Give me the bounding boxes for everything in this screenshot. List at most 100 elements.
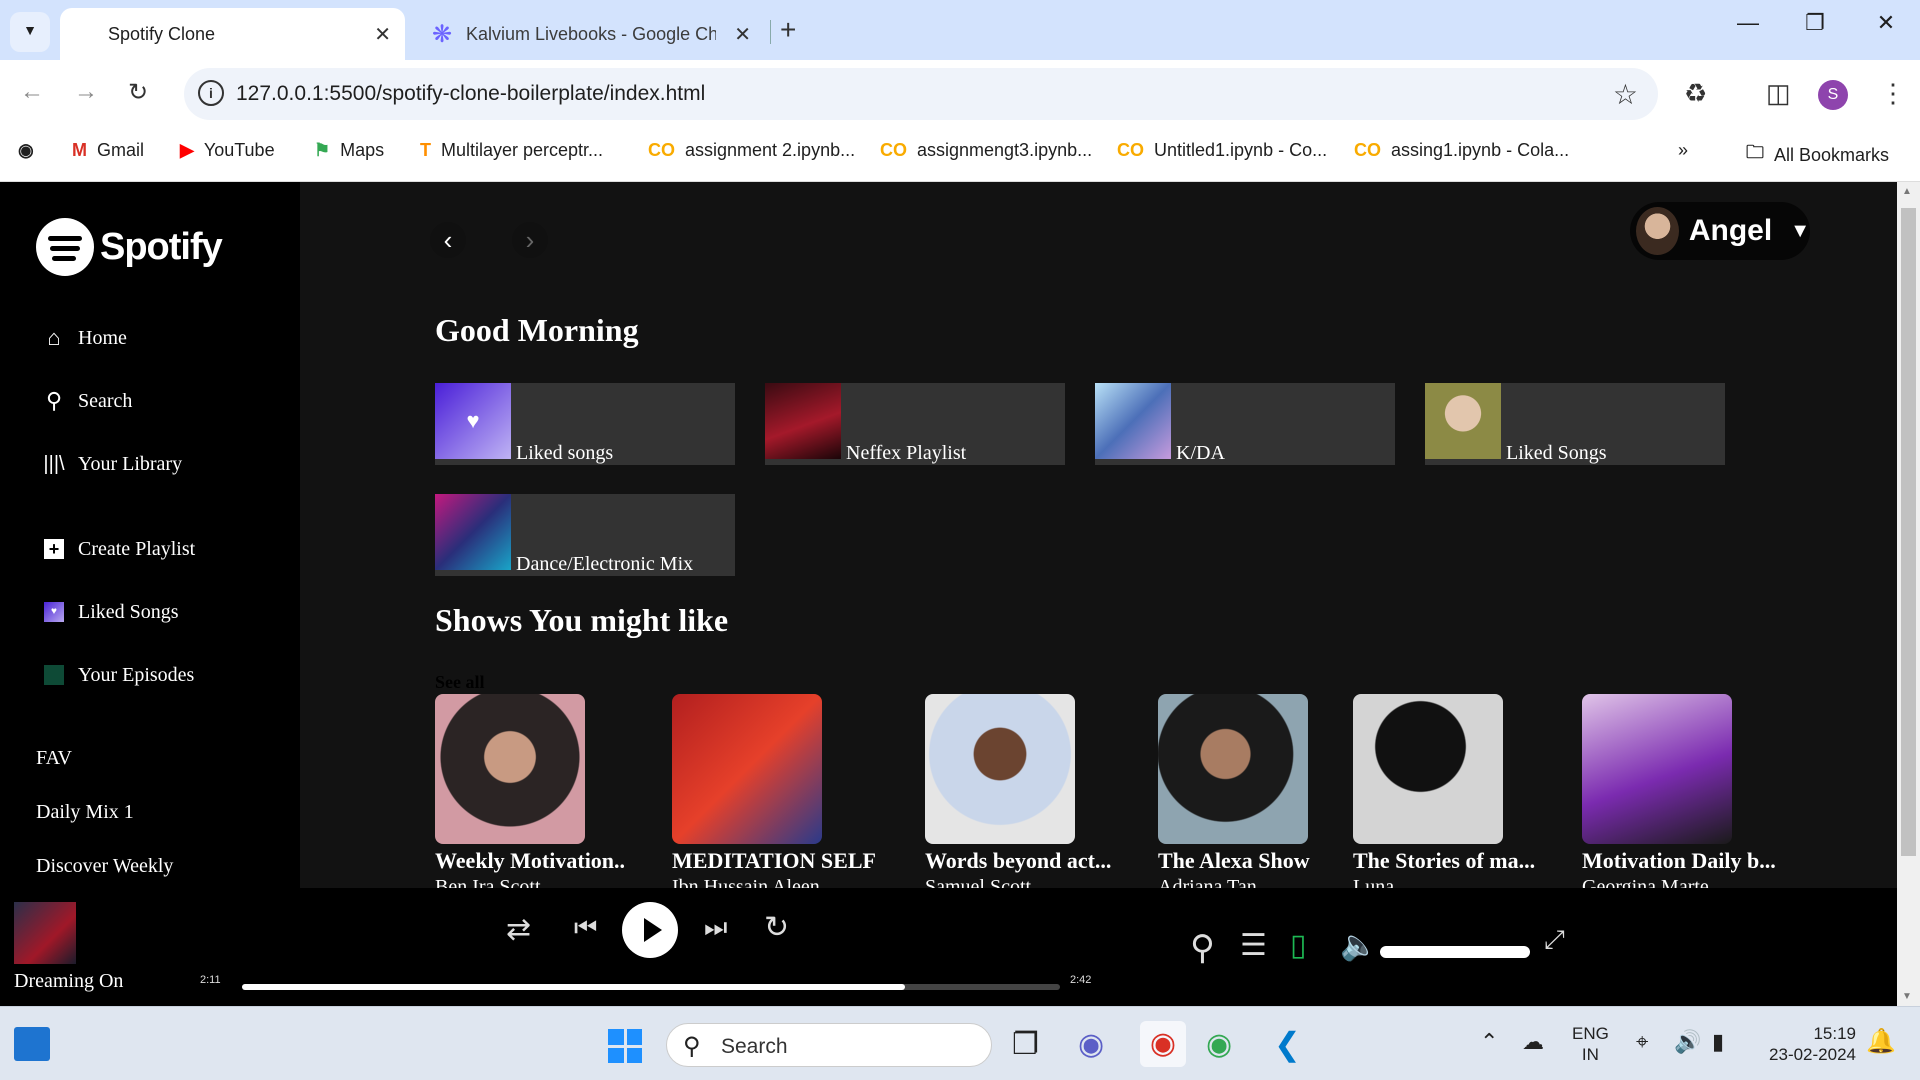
playlist-item[interactable]: Daily Mix 1 [36,801,134,824]
apps-icon[interactable]: ◉ [18,140,34,161]
notification-bell-icon[interactable]: 🔔 [1866,1027,1896,1056]
tab-close-icon[interactable]: ✕ [374,22,391,47]
reload-button[interactable]: ↻ [128,78,148,107]
fullscreen-icon[interactable]: ⤢ [1544,924,1565,956]
new-tab-button[interactable]: + [780,14,796,46]
tray-chevron-up-icon[interactable]: ⌃ [1480,1029,1498,1055]
bookmark-gmail[interactable]: M Gmail [72,140,144,161]
show-card[interactable]: Words beyond act... Samuel Scott [925,694,1150,888]
bookmark-youtube[interactable]: ▶ YouTube [180,140,275,161]
tab-kalvium-livebooks[interactable]: ❋ Kalvium Livebooks - Google Ch ✕ [420,8,765,60]
quick-pick-card[interactable]: K/DA [1095,383,1395,465]
minimize-button[interactable]: — [1728,10,1768,36]
close-window-button[interactable]: ✕ [1866,10,1906,36]
restore-button[interactable]: ❐ [1795,10,1835,36]
profile-avatar[interactable]: S [1818,80,1848,110]
show-card[interactable]: The Stories of ma... Luna [1353,694,1578,888]
show-card[interactable]: Weekly Motivation.. Ben Ira Scott [435,694,660,888]
more-bookmarks-icon[interactable]: » [1678,140,1688,161]
shuffle-icon[interactable]: ⇄ [506,912,531,947]
show-card[interactable]: The Alexa Show Adriana Tan [1158,694,1383,888]
nav-label: Create Playlist [78,537,196,560]
onedrive-icon[interactable]: ☁ [1522,1029,1544,1055]
show-author: Luna [1353,876,1395,888]
start-button[interactable] [608,1029,642,1063]
show-image [1158,694,1308,844]
forward-button[interactable]: → [74,78,98,106]
search-icon: ⚲ [45,388,63,413]
progress-bar[interactable] [242,984,1060,990]
bookmark-label: Untitled1.ipynb - Co... [1154,140,1328,160]
widgets-icon[interactable] [14,1027,50,1061]
speaker-icon[interactable]: 🔊 [1674,1029,1701,1055]
wifi-icon[interactable]: ⌖ [1636,1029,1648,1055]
quick-pick-card[interactable]: Neffex Playlist [765,383,1065,465]
back-arrow-button[interactable]: ‹ [430,222,466,258]
back-button[interactable]: ← [20,78,44,106]
scrollbar-thumb[interactable] [1901,208,1916,856]
your-episodes[interactable]: Your Episodes [42,663,194,687]
bookmark-maps[interactable]: ⚑ Maps [314,140,384,161]
bookmark-untitled1[interactable]: CO Untitled1.ipynb - Co... [1117,140,1327,161]
play-button[interactable] [622,902,678,958]
nav-search[interactable]: ⚲ Search [42,388,132,413]
chrome-icon[interactable]: ◉ [1140,1021,1186,1067]
nav-home[interactable]: ⌂ Home [42,325,127,350]
quick-pick-card[interactable]: ♥ Liked songs [435,383,735,465]
bookmark-star-icon[interactable]: ☆ [1613,78,1638,112]
tab-close-icon[interactable]: ✕ [734,22,751,47]
see-all-link[interactable]: See all [435,672,485,693]
scroll-up-icon[interactable]: ▲ [1902,186,1912,197]
battery-icon[interactable]: ▮ [1712,1029,1724,1055]
language-indicator[interactable]: ENG IN [1572,1023,1609,1065]
address-bar[interactable]: i 127.0.0.1:5500/spotify-clone-boilerpla… [184,68,1658,120]
bookmark-assignmengt3[interactable]: CO assignmengt3.ipynb... [880,140,1092,161]
page-scrollbar[interactable]: ▲ ▼ [1897,182,1920,1006]
liked-songs[interactable]: ♥ Liked Songs [42,600,179,624]
queue-icon[interactable]: ☰ [1240,928,1267,963]
user-menu[interactable]: Angel ▼ [1630,202,1810,260]
browser-menu-icon[interactable]: ⋮ [1880,78,1906,109]
repeat-icon[interactable]: ↻ [764,910,789,945]
bookmark-multilayer[interactable]: T Multilayer perceptr... [420,140,603,161]
side-panel-icon[interactable]: ◫ [1766,78,1791,109]
bookmarks-bar: ◉ M Gmail ▶ YouTube ⚑ Maps T Multilayer perc… [0,126,1920,182]
show-card[interactable]: Motivation Daily b... Georgina Marte [1582,694,1807,888]
chrome-icon[interactable]: ◉ [1206,1027,1232,1062]
spotify-logo-icon [36,218,94,276]
microphone-icon[interactable]: ⚲ [1190,928,1215,968]
next-icon[interactable]: ⏭ [704,912,727,944]
bookmark-assing1[interactable]: CO assing1.ipynb - Cola... [1354,140,1569,161]
show-author: Ben Ira Scott [435,876,541,888]
taskbar-search[interactable]: ⚲ Search [666,1023,992,1067]
url-text[interactable]: 127.0.0.1:5500/spotify-clone-boilerplate… [236,82,705,106]
show-title: The Alexa Show [1158,848,1310,873]
vscode-icon[interactable]: ❮ [1274,1025,1301,1063]
episodes-icon [42,663,66,687]
previous-icon[interactable]: ⏮ [574,912,597,944]
all-bookmarks[interactable]: 🗀 All Bookmarks [1746,140,1889,170]
volume-slider[interactable] [1380,946,1530,958]
playlist-item[interactable]: Discover Weekly [36,855,173,878]
volume-icon[interactable]: 🔈 [1340,928,1377,963]
quick-pick-card[interactable]: Liked Songs [1425,383,1725,465]
tab-spotify-clone[interactable]: Spotify Clone ✕ [60,8,405,60]
quick-pick-card[interactable]: Dance/Electronic Mix [435,494,735,576]
extensions-icon[interactable]: ♻ [1684,78,1707,109]
nav-library[interactable]: |||\ Your Library [42,452,182,476]
create-playlist[interactable]: + Create Playlist [42,537,195,561]
tab-search-button[interactable]: ▼ [10,12,50,52]
task-view-icon[interactable]: ❐ [1012,1027,1039,1062]
clock[interactable]: 15:19 23-02-2024 [1760,1023,1856,1065]
teams-icon[interactable]: ◉ [1078,1027,1104,1062]
youtube-icon: ▶ [180,140,194,160]
scroll-down-icon[interactable]: ▼ [1902,991,1912,1002]
forward-arrow-button[interactable]: › [512,222,548,258]
bookmark-assignment2[interactable]: CO assignment 2.ipynb... [648,140,855,161]
device-icon[interactable]: ▯ [1290,928,1307,963]
spotify-logo[interactable]: Spotify [36,218,223,276]
show-card[interactable]: MEDITATION SELF Ibn Hussain Aleen [672,694,897,888]
site-info-icon[interactable]: i [198,80,224,106]
bookmark-label: assignmengt3.ipynb... [917,140,1093,160]
playlist-item[interactable]: FAV [36,747,72,770]
